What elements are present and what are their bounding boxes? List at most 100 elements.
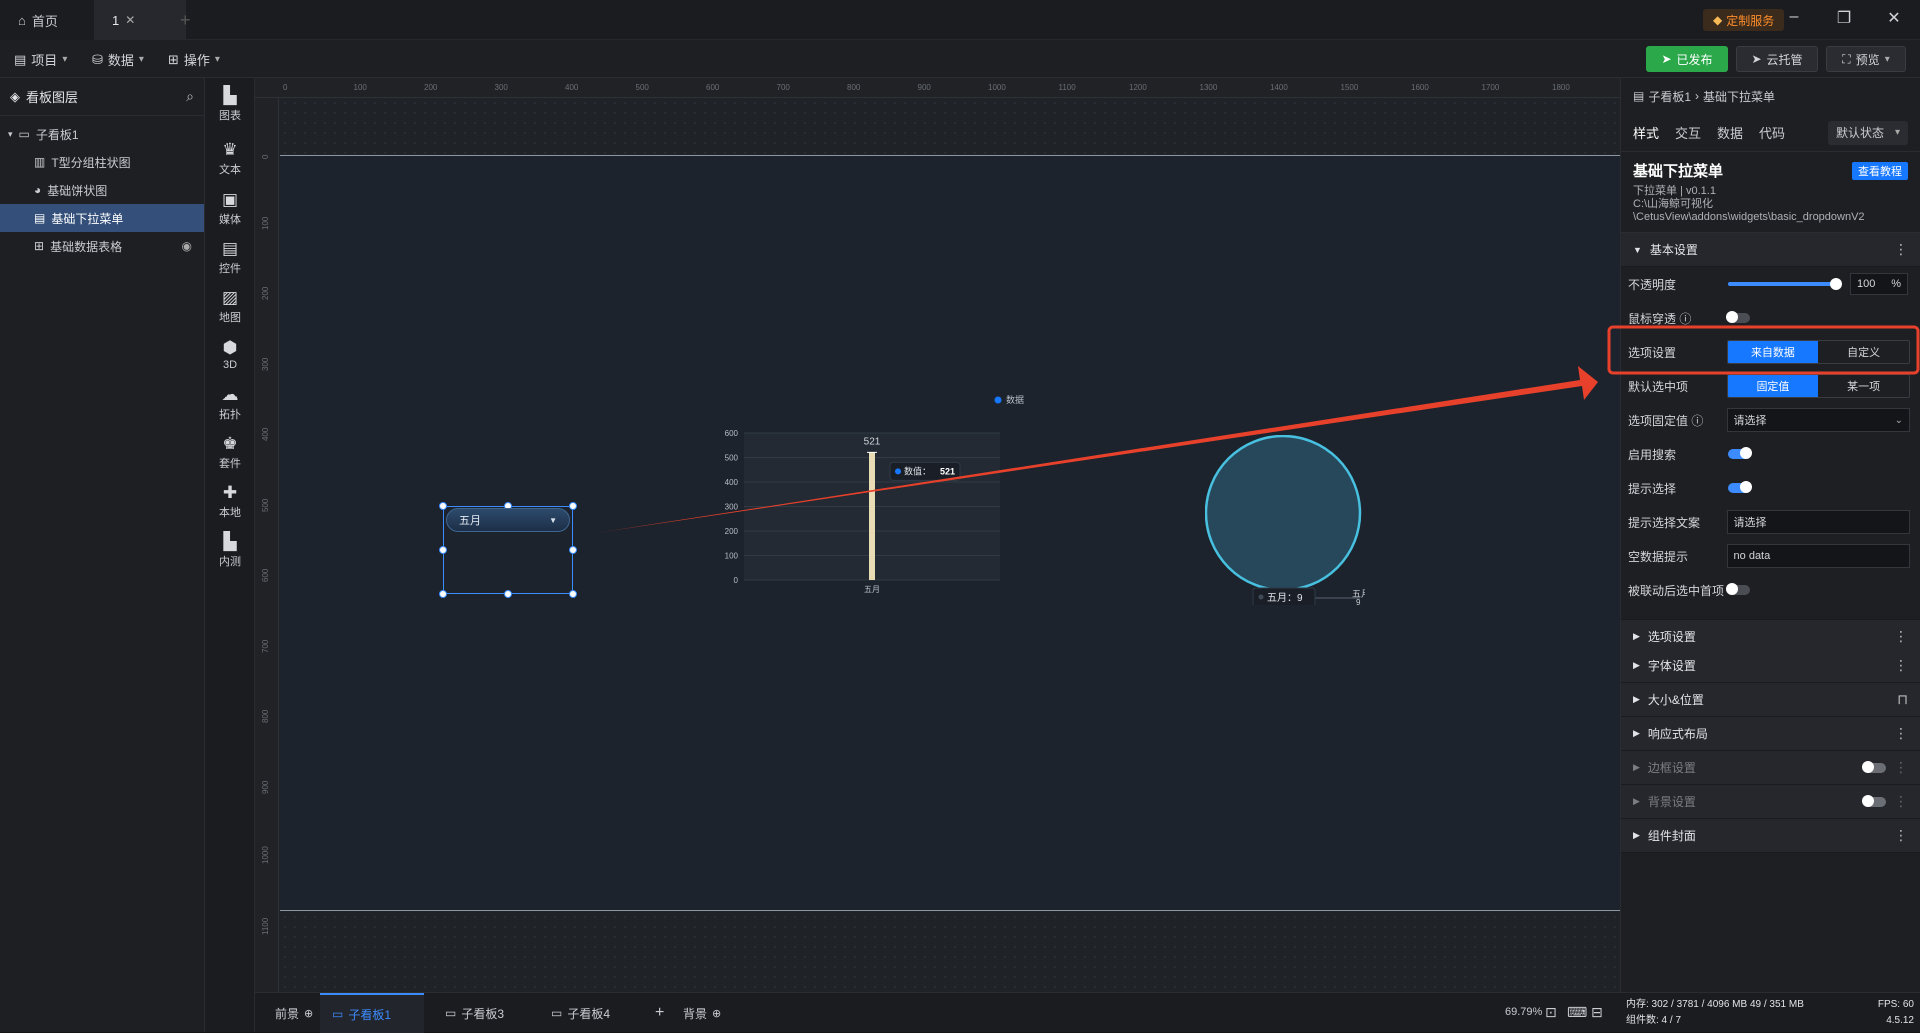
mouse-through-toggle[interactable] <box>1726 311 1750 323</box>
tab-subboard-4[interactable]: ▭ 子看板4 <box>539 993 622 1033</box>
pie-slice[interactable] <box>1205 435 1362 592</box>
background-toggle[interactable] <box>1862 794 1886 807</box>
layer-item-bar-chart[interactable]: ▥ T型分组柱状图 <box>0 148 204 176</box>
menu-project[interactable]: ▤ 项目 ▾ <box>14 50 67 69</box>
pie-chart-widget[interactable]: 五月：9 五月 9 <box>1205 435 1365 605</box>
more-icon[interactable]: ⋮ <box>1894 827 1908 844</box>
restore-icon[interactable]: ❐ <box>1832 8 1856 28</box>
option-from-data[interactable]: 来自数据 <box>1727 341 1819 363</box>
layer-item-dropdown[interactable]: ▤ 基础下拉菜单 <box>0 204 204 232</box>
add-circle-icon[interactable]: ⊕ <box>712 1007 721 1020</box>
menu-data[interactable]: ⛁ 数据 ▾ <box>92 50 144 69</box>
slider-knob[interactable] <box>1830 278 1842 290</box>
section-basic[interactable]: ▼ 基本设置 ⋮ <box>1621 233 1920 267</box>
comp-media[interactable]: ▣ 媒体 <box>205 184 255 234</box>
custom-service-button[interactable]: ◆ 定制服务 <box>1703 9 1785 31</box>
dropdown-widget[interactable]: 五月 ▼ <box>446 508 570 532</box>
help-icon[interactable]: ⓘ <box>1691 414 1703 428</box>
resize-handle[interactable] <box>439 546 447 554</box>
tab-document[interactable]: 1 ✕ <box>94 0 186 40</box>
property-tabs: 样式 交互 数据 代码 默认状态 ▾ <box>1621 114 1920 152</box>
layer-item-pie-chart[interactable]: ◕ 基础饼状图 <box>0 176 204 204</box>
bar-chart-widget[interactable]: 0 100 200 300 400 500 600 521 五月 数值： 521 数据 <box>718 394 1024 630</box>
tab-style[interactable]: 样式 <box>1633 123 1659 142</box>
tab-background[interactable]: 背景 ⊕ <box>673 993 731 1033</box>
more-icon[interactable]: ⋮ <box>1894 759 1908 776</box>
cloud-host-button[interactable]: ➤ 云托管 <box>1736 46 1818 72</box>
comp-topology[interactable]: ☁ 拓扑 <box>205 379 255 429</box>
option-fixed-value[interactable]: 固定值 <box>1727 375 1819 397</box>
comp-3d[interactable]: ⬢ 3D <box>205 330 255 380</box>
state-select[interactable]: 默认状态 ▾ <box>1828 120 1908 145</box>
tab-subboard-3[interactable]: ▭ 子看板3 <box>433 993 516 1033</box>
comp-text[interactable]: ♛ 文本 <box>205 134 255 184</box>
comp-control[interactable]: ▤ 控件 <box>205 233 255 283</box>
minimize-icon[interactable]: – <box>1782 8 1806 26</box>
comp-beta[interactable]: ▙ 内测 <box>205 526 255 576</box>
caret-down-icon[interactable]: ▾ <box>8 129 13 140</box>
help-icon[interactable]: ⓘ <box>1679 312 1691 326</box>
close-window-icon[interactable]: ✕ <box>1882 8 1906 28</box>
tab-foreground[interactable]: 前景 ⊕ <box>265 993 323 1033</box>
opacity-input[interactable]: 100 % <box>1850 273 1908 295</box>
resize-handle[interactable] <box>569 546 577 554</box>
tab-subboard-1[interactable]: ▭ 子看板1 <box>320 993 424 1033</box>
resize-handle[interactable] <box>439 502 447 510</box>
tutorial-button[interactable]: 查看教程 <box>1852 162 1908 180</box>
tab-data[interactable]: 数据 <box>1717 123 1743 142</box>
resize-handle[interactable] <box>569 590 577 598</box>
zoom-level[interactable]: 69.79% <box>1505 1006 1542 1018</box>
layer-root[interactable]: ▾ ▭ 子看板1 <box>0 120 204 148</box>
menu-operation[interactable]: ⊞ 操作 ▾ <box>168 50 220 69</box>
show-hint-toggle[interactable] <box>1728 481 1752 493</box>
section-responsive[interactable]: ▶ 响应式布局 ⋮ <box>1621 717 1920 751</box>
more-icon[interactable]: ⋮ <box>1894 628 1908 645</box>
more-icon[interactable]: ⋮ <box>1894 793 1908 810</box>
close-tab-icon[interactable]: ✕ <box>125 13 135 27</box>
enable-search-toggle[interactable] <box>1728 447 1752 459</box>
preview-button[interactable]: ⛶ 预览 ▾ <box>1826 46 1906 72</box>
ruler-tick-label: 700 <box>776 83 790 92</box>
add-circle-icon[interactable]: ⊕ <box>304 1007 313 1020</box>
more-icon[interactable]: ⋮ <box>1894 657 1908 674</box>
empty-hint-input[interactable]: no data <box>1726 544 1910 568</box>
option-custom[interactable]: 自定义 <box>1818 341 1909 363</box>
comp-local[interactable]: ✚ 本地 <box>205 477 255 527</box>
publish-button[interactable]: ➤ 已发布 <box>1646 46 1728 72</box>
add-board-icon[interactable]: + <box>643 993 676 1033</box>
section-size-position[interactable]: ▶ 大小&位置 ⊓ <box>1621 683 1920 717</box>
terminal-icon[interactable]: ⊟ <box>1591 1004 1603 1021</box>
section-border[interactable]: ▶ 边框设置 ⋮ <box>1621 751 1920 785</box>
border-toggle[interactable] <box>1862 760 1886 773</box>
resize-handle[interactable] <box>569 502 577 510</box>
tab-interaction[interactable]: 交互 <box>1675 123 1701 142</box>
tab-home[interactable]: ⌂ 首页 <box>0 0 94 40</box>
breadcrumb-root[interactable]: 子看板1 <box>1648 88 1691 105</box>
comp-suite[interactable]: ♚ 套件 <box>205 428 255 478</box>
layer-item-table[interactable]: ⊞ 基础数据表格 ◉ <box>0 232 204 260</box>
menu-operation-label: 操作 <box>183 53 210 68</box>
chart-icon: ▙ <box>223 86 237 105</box>
more-icon[interactable]: ⋮ <box>1894 241 1908 258</box>
resize-handle[interactable] <box>504 590 512 598</box>
keyboard-icon[interactable]: ⌨ <box>1567 1004 1587 1021</box>
lock-icon[interactable]: ⊓ <box>1897 691 1908 708</box>
add-tab-icon[interactable]: + <box>180 10 191 31</box>
fit-screen-icon[interactable]: ⊡ <box>1545 1004 1557 1021</box>
opacity-slider[interactable] <box>1728 278 1842 290</box>
hint-text-input[interactable]: 请选择 <box>1726 510 1910 534</box>
section-background[interactable]: ▶ 背景设置 ⋮ <box>1621 785 1920 819</box>
section-cover[interactable]: ▶ 组件封面 ⋮ <box>1621 819 1920 853</box>
search-icon[interactable]: ⌕ <box>186 88 194 105</box>
comp-chart[interactable]: ▙ 图表 <box>205 70 255 140</box>
more-icon[interactable]: ⋮ <box>1894 725 1908 742</box>
eye-hidden-icon[interactable]: ◉ <box>182 239 192 253</box>
tab-code[interactable]: 代码 <box>1759 123 1785 142</box>
section-options[interactable]: ▶ 选项设置 ⋮ <box>1621 619 1920 653</box>
linked-first-toggle[interactable] <box>1726 583 1750 595</box>
comp-map[interactable]: ▨ 地图 <box>205 282 255 332</box>
section-font[interactable]: ▶ 字体设置 ⋮ <box>1621 649 1920 683</box>
option-some-item[interactable]: 某一项 <box>1818 375 1909 397</box>
resize-handle[interactable] <box>439 590 447 598</box>
fixed-value-select[interactable]: 请选择 ⌄ <box>1726 408 1910 432</box>
